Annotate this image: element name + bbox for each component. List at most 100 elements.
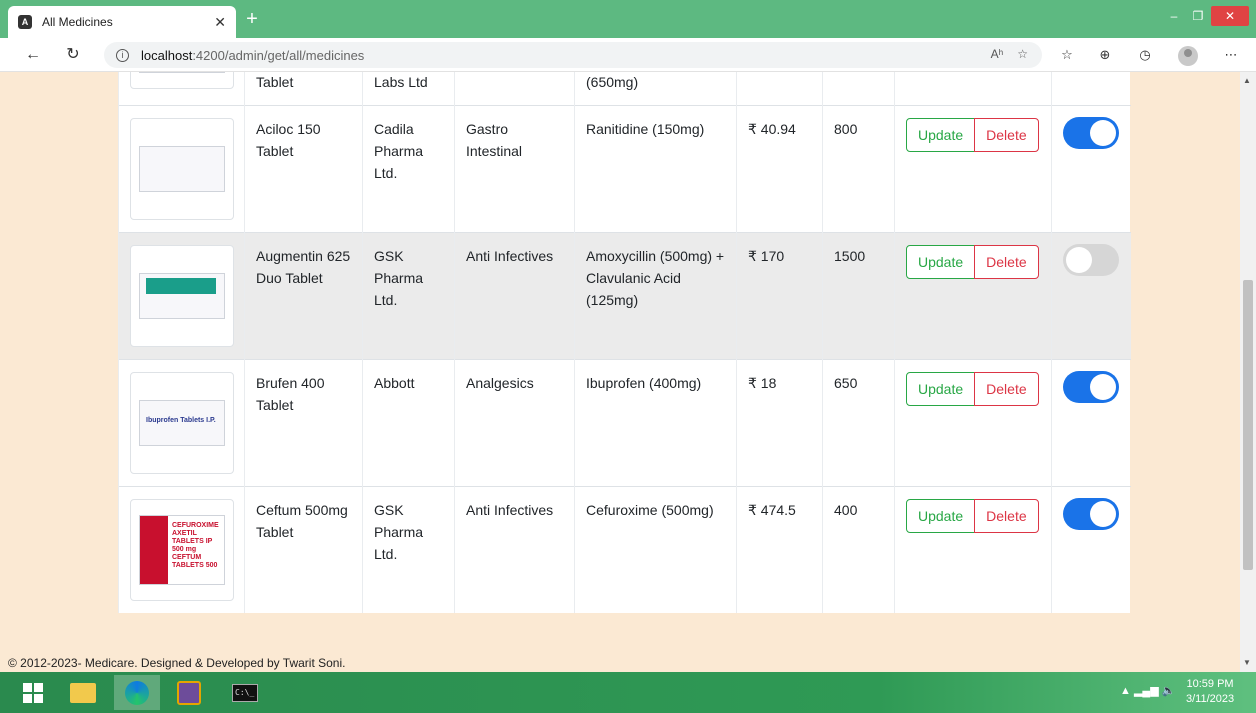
enable-toggle[interactable] xyxy=(1063,117,1119,149)
medicine-category: Anti Infectives xyxy=(454,232,575,360)
medicine-name: Brufen 400 Tablet xyxy=(244,359,363,487)
address-toolbar: ← ↻ i localhost:4200/admin/get/all/medic… xyxy=(0,38,1256,72)
file-explorer-button[interactable] xyxy=(60,675,106,710)
terminal-icon: C:\_ xyxy=(232,683,258,702)
medicine-company: GSK Pharma Ltd. xyxy=(362,232,455,360)
table-row: CEFUROXIME AXETIL TABLETS IP 500 mg CEFT… xyxy=(118,486,1131,613)
command-prompt-button[interactable]: C:\_ xyxy=(222,675,268,710)
new-tab-button[interactable]: + xyxy=(240,8,264,32)
tab-title: All Medicines xyxy=(42,15,113,29)
browser-tab[interactable]: A All Medicines ✕ xyxy=(8,6,236,38)
toggle-knob xyxy=(1090,120,1116,146)
more-menu-icon[interactable]: ⋯ xyxy=(1222,46,1240,64)
table-row: Aciloc 150 Tablet Cadila Pharma Ltd. Gas… xyxy=(118,105,1131,233)
clock-time: 10:59 PM xyxy=(1186,678,1234,690)
angular-favicon-icon: A xyxy=(18,15,32,29)
medicine-ingredients: Cefuroxime (500mg) xyxy=(574,486,737,613)
medicine-company: GSK Pharma Ltd. xyxy=(362,486,455,613)
medicine-image: Ibuprofen Tablets I.P. xyxy=(130,372,234,474)
medicine-price: ₹ 18 xyxy=(736,359,823,487)
back-arrow-icon[interactable]: ← xyxy=(22,44,44,66)
windows-logo-icon xyxy=(23,682,43,703)
delete-button[interactable]: Delete xyxy=(974,118,1039,152)
add-favorite-icon[interactable]: ☆ xyxy=(1017,47,1028,61)
scroll-up-icon[interactable]: ▲ xyxy=(1243,76,1251,85)
enable-toggle[interactable] xyxy=(1063,498,1119,530)
network-icon[interactable]: ▂▄▆ xyxy=(1134,685,1159,697)
windows-taskbar: C:\_ ▲ ▂▄▆ 🔈 10:59 PM 3/11/2023 xyxy=(0,672,1256,713)
medicine-box-image xyxy=(139,273,225,319)
window-close-icon[interactable]: ✕ xyxy=(1211,6,1249,26)
read-aloud-icon[interactable]: Aʰ xyxy=(991,47,1004,61)
taskbar-clock[interactable]: 10:59 PM 3/11/2023 xyxy=(1186,677,1234,707)
medicine-name: Augmentin 625 Duo Tablet xyxy=(244,232,363,360)
scroll-down-icon[interactable]: ▼ xyxy=(1243,658,1251,667)
page-content: Tablet Labs Ltd (650mg) Aciloc 150 Table… xyxy=(0,72,1240,672)
delete-button[interactable]: Delete xyxy=(974,499,1039,533)
pack-label: Ibuprofen Tablets I.P. xyxy=(146,417,216,424)
start-button[interactable] xyxy=(10,675,56,710)
medicine-stock: 1500 xyxy=(822,232,895,360)
medicines-table: Tablet Labs Ltd (650mg) Aciloc 150 Table… xyxy=(118,72,1131,613)
url-bar[interactable]: i localhost:4200/admin/get/all/medicines… xyxy=(104,42,1042,68)
medicine-name: Aciloc 150 Tablet xyxy=(244,105,363,233)
favorites-icon[interactable]: ☆ xyxy=(1058,46,1076,64)
tablet-strip-image xyxy=(139,72,225,73)
medicine-box-image: CEFUROXIME AXETIL TABLETS IP 500 mg CEFT… xyxy=(139,515,225,585)
delete-button[interactable]: Delete xyxy=(974,245,1039,279)
medicine-category: Analgesics xyxy=(454,359,575,487)
java-ee-icon xyxy=(177,680,201,705)
medicine-stock: 650 xyxy=(822,359,895,487)
update-button[interactable]: Update xyxy=(906,499,976,533)
minimize-icon[interactable]: – xyxy=(1164,6,1184,26)
url-host: localhost xyxy=(141,47,193,63)
medicine-company: Cadila Pharma Ltd. xyxy=(362,105,455,233)
tray-arrow-icon[interactable]: ▲ xyxy=(1120,685,1131,697)
medicine-box-image xyxy=(139,146,225,192)
java-ee-app-button[interactable] xyxy=(166,675,212,710)
update-button[interactable]: Update xyxy=(906,372,976,406)
collections-icon[interactable]: ⊕ xyxy=(1096,46,1114,64)
url-path: :4200/admin/get/all/medicines xyxy=(192,47,365,63)
medicine-company: Labs Ltd xyxy=(362,72,455,106)
toggle-knob xyxy=(1066,247,1092,273)
volume-icon[interactable]: 🔈 xyxy=(1162,685,1176,697)
toggle-knob xyxy=(1090,501,1116,527)
medicine-name: Tablet xyxy=(244,72,363,106)
medicine-ingredients: (650mg) xyxy=(574,72,737,106)
medicine-ingredients: Ranitidine (150mg) xyxy=(574,105,737,233)
scrollbar-thumb[interactable] xyxy=(1243,280,1253,570)
delete-button[interactable]: Delete xyxy=(974,372,1039,406)
medicine-image xyxy=(130,245,234,347)
reload-icon[interactable]: ↻ xyxy=(62,44,84,66)
medicines-table-card: Tablet Labs Ltd (650mg) Aciloc 150 Table… xyxy=(118,72,1131,613)
medicine-ingredients: Ibuprofen (400mg) xyxy=(574,359,737,487)
medicine-image xyxy=(130,118,234,220)
folder-icon xyxy=(70,682,96,703)
medicine-stock: 400 xyxy=(822,486,895,613)
medicine-image xyxy=(130,72,234,89)
edge-button[interactable] xyxy=(114,675,160,710)
medicine-stock: 800 xyxy=(822,105,895,233)
page-scrollbar[interactable]: ▲ ▼ xyxy=(1240,72,1256,672)
profile-avatar[interactable] xyxy=(1178,46,1198,66)
enable-toggle[interactable] xyxy=(1063,371,1119,403)
update-button[interactable]: Update xyxy=(906,118,976,152)
tab-close-icon[interactable]: ✕ xyxy=(214,14,226,31)
medicine-image: CEFUROXIME AXETIL TABLETS IP 500 mg CEFT… xyxy=(130,499,234,601)
table-row: Ibuprofen Tablets I.P. Brufen 400 Tablet… xyxy=(118,359,1131,487)
system-tray[interactable]: ▲ ▂▄▆ 🔈 xyxy=(1120,684,1175,697)
toggle-knob xyxy=(1090,374,1116,400)
update-button[interactable]: Update xyxy=(906,245,976,279)
history-icon[interactable]: ◷ xyxy=(1136,46,1154,64)
edge-icon xyxy=(125,680,149,705)
medicine-price: ₹ 40.94 xyxy=(736,105,823,233)
medicine-ingredients: Amoxycillin (500mg) + Clavulanic Acid (1… xyxy=(574,232,737,360)
browser-tab-bar: A All Medicines ✕ + – ❐ ✕ xyxy=(0,0,1256,38)
site-info-icon[interactable]: i xyxy=(116,48,129,62)
table-row: Augmentin 625 Duo Tablet GSK Pharma Ltd.… xyxy=(118,232,1131,360)
medicine-price: ₹ 474.5 xyxy=(736,486,823,613)
restore-icon[interactable]: ❐ xyxy=(1188,6,1208,26)
enable-toggle[interactable] xyxy=(1063,244,1119,276)
clock-date: 3/11/2023 xyxy=(1186,693,1235,705)
